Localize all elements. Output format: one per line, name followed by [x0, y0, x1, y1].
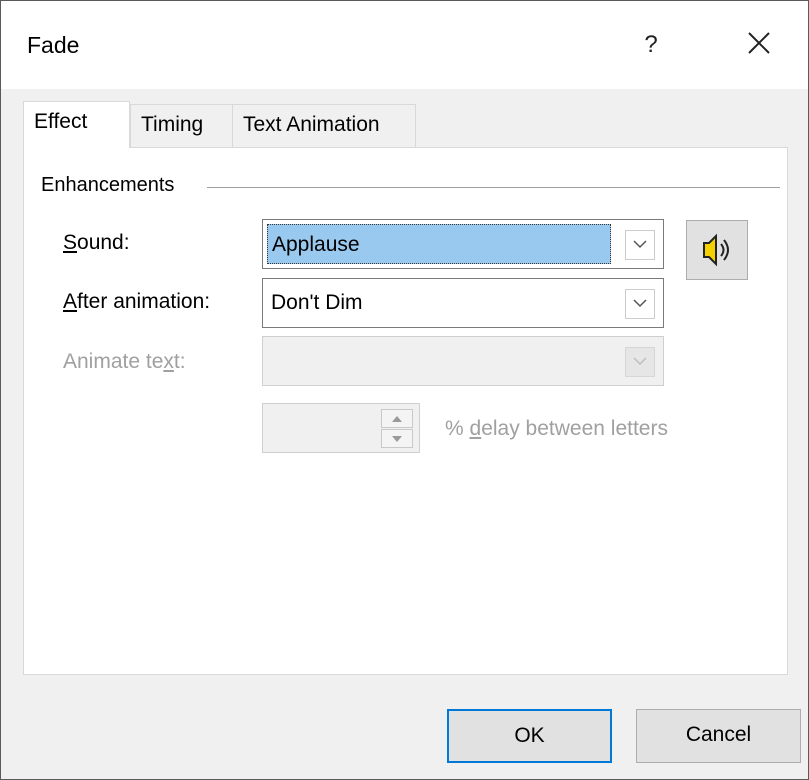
sound-label-mnemonic: S: [63, 231, 78, 254]
animate-text-value: [267, 341, 611, 381]
group-divider: [207, 187, 780, 188]
speaker-icon: [687, 233, 747, 267]
close-button[interactable]: [731, 23, 787, 67]
enhancements-group-label: Enhancements: [41, 174, 181, 197]
after-animation-dropdown-arrow[interactable]: [625, 289, 655, 319]
animate-text-dropdown[interactable]: [262, 336, 664, 386]
triangle-down-icon: [382, 436, 412, 442]
animate-text-label-pre: Animate te: [63, 350, 164, 373]
help-button[interactable]: ?: [629, 23, 673, 67]
spin-down-button[interactable]: [381, 429, 413, 448]
after-animation-label-mnemonic: A: [63, 290, 78, 313]
delay-label: % delay between letters: [445, 417, 668, 441]
ok-button[interactable]: OK: [447, 709, 612, 763]
sound-label-text: ound:: [77, 231, 130, 254]
delay-label-mnemonic: d: [469, 417, 482, 440]
delay-label-text: elay between letters: [481, 417, 668, 440]
delay-spinner[interactable]: [262, 403, 420, 453]
animate-text-label-text: t:: [173, 350, 186, 373]
tab-effect[interactable]: Effect: [23, 101, 130, 148]
sound-dropdown[interactable]: Applause: [262, 219, 664, 269]
animate-text-dropdown-arrow[interactable]: [625, 347, 655, 377]
dialog-title: Fade: [27, 32, 80, 58]
sound-dropdown-arrow[interactable]: [625, 230, 655, 260]
sound-preview-button[interactable]: [686, 220, 748, 280]
tab-text-animation[interactable]: Text Animation: [232, 104, 416, 148]
spin-up-button[interactable]: [381, 409, 413, 428]
sound-label: Sound:: [63, 231, 130, 255]
after-animation-label: After animation:: [63, 290, 210, 314]
after-animation-value: Don't Dim: [271, 291, 363, 314]
chevron-down-icon: [626, 299, 654, 308]
fade-dialog: Fade ? Effect Timing Text Animation Enha…: [0, 0, 809, 780]
tab-timing[interactable]: Timing: [130, 104, 233, 148]
after-animation-dropdown[interactable]: Don't Dim: [262, 278, 664, 328]
delay-label-pre: %: [445, 417, 470, 440]
close-icon: [731, 31, 787, 55]
after-animation-label-text: fter animation:: [77, 290, 211, 313]
title-bar: Fade ?: [1, 1, 808, 89]
chevron-down-icon: [626, 240, 654, 249]
cancel-button[interactable]: Cancel: [636, 709, 801, 763]
animate-text-label: Animate text:: [63, 350, 186, 374]
triangle-up-icon: [382, 416, 412, 422]
chevron-down-icon: [626, 357, 654, 366]
animate-text-label-mnemonic: x: [163, 350, 174, 373]
sound-value: Applause: [267, 224, 611, 264]
